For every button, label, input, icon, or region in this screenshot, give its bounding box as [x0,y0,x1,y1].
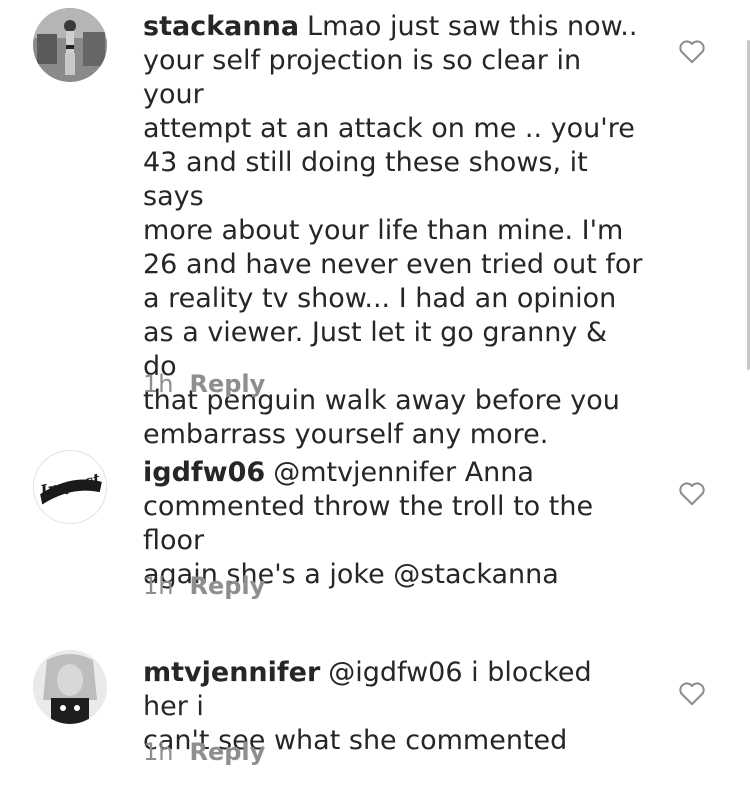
avatar[interactable] [33,650,107,724]
reply-button[interactable]: Reply [189,572,265,600]
reply-button[interactable]: Reply [189,370,265,398]
like-heart-icon[interactable] [678,480,706,506]
comment-meta: 1h Reply [143,572,265,600]
user-photo-avatar-icon [33,650,107,724]
like-heart-icon[interactable] [678,680,706,706]
comment-item: stackanna Lmao just saw this now.. your s… [0,0,750,450]
comment-username[interactable]: igdfw06 [143,457,265,488]
like-heart-icon[interactable] [678,38,706,64]
avatar[interactable]: Impact GOLD [33,450,107,524]
comment-meta: 1h Reply [143,738,265,766]
comment-timestamp: 1h [143,370,174,398]
comment-meta: 1h Reply [143,370,265,398]
comment-item: Impact GOLD igdfw06 @mtvjennifer Anna com… [0,440,750,610]
comment-username[interactable]: stackanna [143,11,299,42]
impact-gold-logo-icon: Impact GOLD [34,451,106,523]
user-photo-avatar-icon [33,8,107,82]
comment-timestamp: 1h [143,738,174,766]
comment-timestamp: 1h [143,572,174,600]
comment-username[interactable]: mtvjennifer [143,657,320,688]
avatar[interactable] [33,8,107,82]
comment-item: mtvjennifer @igdfw06 i blocked her i can'… [0,640,750,790]
reply-button[interactable]: Reply [189,738,265,766]
